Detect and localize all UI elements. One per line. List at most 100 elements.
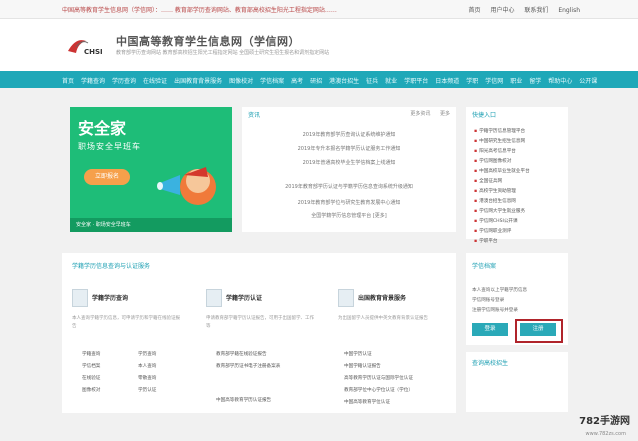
nav-item[interactable]: 首页 [62, 78, 74, 85]
login-heading: 学信档案 [472, 263, 497, 270]
quick-link-item[interactable]: 中国高校毕业生就业平台 [474, 167, 530, 177]
services-heading: 学籍学历信息查询与认证服务 [72, 263, 151, 270]
quick-link-item[interactable]: 中国研究生招生信息网 [474, 137, 530, 147]
top-link-english[interactable]: English [558, 7, 580, 14]
quick-link-item[interactable]: 学信网大学生就业服务 [474, 207, 530, 217]
service-link[interactable]: 图像校对 [82, 387, 100, 393]
top-bar: 中国高等教育学生信息网（学信网）：…… 教育部学历查询网站、教育部高校招生阳光工… [0, 0, 638, 19]
services-panel: 学籍学历信息查询与认证服务 学籍学历查询 本人查询学籍学历信息，可申请学历和学籍… [62, 253, 456, 413]
nav-item[interactable]: 港澳台招生 [329, 78, 359, 85]
site-title: 中国高等教育学生信息网（学信网） [116, 35, 300, 48]
nav-item[interactable]: 学职 [466, 78, 478, 85]
service-title[interactable]: 出国教育背景服务 [358, 293, 406, 302]
top-link-home[interactable]: 首页 [469, 7, 481, 14]
top-link-user-center[interactable]: 用户中心 [490, 7, 514, 14]
login-line[interactable]: 注册学信网账号并登录 [472, 307, 518, 313]
service-link[interactable]: 学历查询 [138, 351, 156, 357]
site-subtitle: 教育部学历查询网站 教育部高校招生阳光工程指定网站 全国硕士研究生招生报名和调剂… [116, 50, 330, 56]
quick-link-item[interactable]: 学信网职业测评 [474, 227, 530, 237]
service-desc: 申请教育部学籍学历认证报告，可用于出国留学、工作等 [206, 316, 314, 329]
news-more: 更多资讯 更多 [402, 110, 450, 117]
document-icon [338, 289, 354, 307]
quick-link-item[interactable]: 学信网图像校对 [474, 157, 530, 167]
service-link[interactable]: 中国高等教育学位认证 [344, 399, 390, 405]
service-link[interactable]: 教育部学历证书电子注册备案表 [216, 363, 280, 369]
service-link[interactable]: 零散查询 [138, 375, 156, 381]
nav-item[interactable]: 研招 [310, 78, 322, 85]
banner-footer: 安全家 · 职场安全早班车 [70, 218, 232, 232]
banner-button[interactable]: 立即报名 [84, 169, 130, 185]
service-link[interactable]: 教育部学位中心学位认证（学位） [344, 387, 413, 393]
nav-item[interactable]: 出国教育背景服务 [174, 78, 222, 85]
service-link[interactable]: 学历认证 [138, 387, 156, 393]
document-icon [206, 289, 222, 307]
login-button[interactable]: 登录 [472, 323, 508, 336]
service-link[interactable]: 在线验证 [82, 375, 100, 381]
service-link[interactable]: 高等教育学历认证与国际学位认证 [344, 375, 413, 381]
news-heading: 资讯 [248, 112, 261, 119]
quick-link-item[interactable]: 阳光高考信息平台 [474, 147, 530, 157]
main-nav: 首页 学籍查询 学历查询 在线验证 出国教育背景服务 图像校对 学信档案 高考 研招 港澳台招生征… [0, 71, 638, 88]
service-link[interactable]: 教育部学籍在线验证报告 [216, 351, 267, 357]
news-item[interactable]: 2019年普通高校毕业生学信档案上线通知 [242, 159, 456, 166]
service-column-verify: 学籍学历认证 申请教育部学籍学历认证报告，可用于出国留学、工作等 教育部学籍在线… [196, 281, 320, 409]
nav-item[interactable]: 就业 [385, 78, 397, 85]
service-link[interactable]: 本人查询 [138, 363, 156, 369]
service-link[interactable]: 中国学籍认证报告 [344, 363, 381, 369]
promo-banner[interactable]: 安全家 职场安全早班车 立即报名 安全家 · 职场安全早班车 [70, 107, 232, 232]
nav-item[interactable]: 职业 [510, 78, 522, 85]
nav-item[interactable]: 留学 [529, 78, 541, 85]
quick-link-item[interactable]: 学信网CHSI公开课 [474, 217, 530, 227]
nav-item[interactable]: 学历查询 [112, 78, 136, 85]
nav-item[interactable]: 公开课 [579, 78, 597, 85]
top-links: 首页 用户中心 联系我们 English [461, 5, 580, 14]
nav-item[interactable]: 在线验证 [143, 78, 167, 85]
service-link[interactable]: 学信档案 [82, 363, 100, 369]
nav-item[interactable]: 学信网 [485, 78, 503, 85]
nav-item[interactable]: 学信档案 [260, 78, 284, 85]
news-item[interactable]: 2019年教育部学历查询认证系统维护通知 [242, 131, 456, 138]
chsi-logo[interactable]: CHSI [66, 33, 114, 59]
banner-subtitle: 职场安全早班车 [78, 142, 141, 151]
service-column-abroad: 出国教育背景服务 为出国留学人员提供中英文教育背景认证报告 中国学历认证 中国学… [328, 281, 452, 409]
service-link[interactable]: 中国学历认证 [344, 351, 372, 357]
site-header: CHSI 中国高等教育学生信息网（学信网） 教育部学历查询网站 教育部高校招生阳… [0, 19, 638, 71]
news-panel: 资讯 更多资讯 更多 2019年教育部学历查询认证系统维护通知 2019年专升本… [242, 107, 456, 232]
banner-title: 安全家 [78, 119, 127, 138]
quick-link-item[interactable]: 高校学生资助管理 [474, 187, 530, 197]
service-link[interactable]: 学籍查询 [82, 351, 100, 357]
top-link-contact[interactable]: 联系我们 [524, 7, 548, 14]
megaphone-icon [157, 167, 216, 205]
quick-link-item[interactable]: 学职平台 [474, 237, 530, 247]
nav-item[interactable]: 高考 [291, 78, 303, 85]
news-item[interactable]: 2019年专升本报名学籍学历认证服务工作通知 [242, 145, 456, 152]
news-more-link[interactable]: 更多资讯 [410, 111, 430, 117]
service-link[interactable]: 中国高等教育学历认证报告 [216, 397, 271, 403]
nav-item[interactable]: 学职平台 [404, 78, 428, 85]
login-line: 本人查询以上学籍学历信息 [472, 288, 528, 293]
quick-link-item[interactable]: 港澳台招生信息网 [474, 197, 530, 207]
document-icon [72, 289, 88, 307]
news-more-link-2[interactable]: 更多 [440, 111, 450, 117]
logo-text: CHSI [84, 48, 103, 56]
register-highlight-box [515, 319, 563, 343]
news-item[interactable]: 全国学籍学历信息管理平台 [更多] [242, 212, 456, 219]
mobile-panel: 查询高校招生 [466, 352, 568, 412]
service-title[interactable]: 学籍学历查询 [92, 293, 128, 302]
quick-links-panel: 快捷入口 学籍学历信息管理平台中国研究生招生信息网阳光高考信息平台学信网图像校对… [466, 107, 568, 244]
news-item[interactable]: 2019年教育部学历认证与学籍学历信息查询系统升级通知 [242, 183, 456, 190]
service-column-query: 学籍学历查询 本人查询学籍学历信息，可申请学历和学籍在线验证报告 学籍查询 学历… [62, 281, 186, 409]
service-desc: 为出国留学人员提供中英文教育背景认证报告 [338, 316, 428, 321]
nav-item[interactable]: 帮助中心 [548, 78, 572, 85]
login-line[interactable]: 学信网账号登录 [472, 297, 504, 303]
quick-link-item[interactable]: 全国征兵网 [474, 177, 530, 187]
service-title[interactable]: 学籍学历认证 [226, 293, 262, 302]
nav-item[interactable]: 图像校对 [229, 78, 253, 85]
news-item[interactable]: 2019年教育部学位与研究生教育发展中心通知 [242, 199, 456, 206]
nav-item[interactable]: 日本频道 [435, 78, 459, 85]
mobile-heading: 查询高校招生 [472, 360, 509, 367]
service-desc: 本人查询学籍学历信息，可申请学历和学籍在线验证报告 [72, 316, 180, 329]
nav-item[interactable]: 征兵 [366, 78, 378, 85]
nav-item[interactable]: 学籍查询 [81, 78, 105, 85]
quick-link-item[interactable]: 学籍学历信息管理平台 [474, 127, 530, 137]
